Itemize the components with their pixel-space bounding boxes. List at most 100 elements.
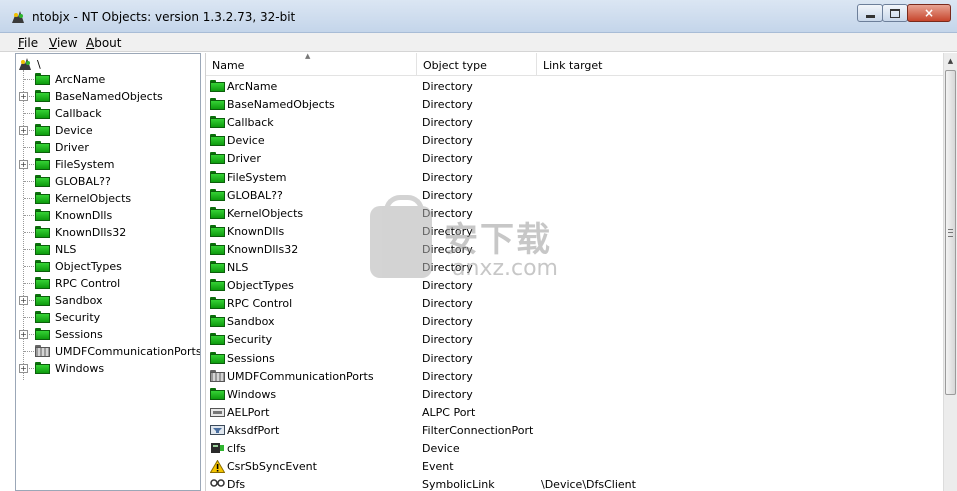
tree-item[interactable]: NLS [16,241,200,258]
row-object-type: Directory [422,297,473,311]
tree-item[interactable]: RPC Control [16,275,200,292]
window-controls: × [857,4,951,24]
list-row[interactable]: RPC Control Directory [206,294,944,312]
expand-plus-icon[interactable]: + [19,364,28,373]
sort-ascending-icon: ▲ [305,53,311,60]
tree-item[interactable]: KernelObjects [16,190,200,207]
expand-plus-icon[interactable]: + [19,296,28,305]
title-bar[interactable]: ntobjx - NT Objects: version 1.3.2.73, 3… [0,0,957,33]
folder-icon [210,152,225,165]
list-row[interactable]: UMDFCommunicationPorts Directory [206,367,944,385]
expand-plus-icon[interactable]: + [19,92,28,101]
close-button[interactable]: × [907,4,951,22]
list-row[interactable]: AELPort ALPC Port [206,403,944,421]
list-row[interactable]: ObjectTypes Directory [206,276,944,294]
menu-view[interactable]: View [49,36,77,50]
expand-plus-icon[interactable]: + [19,160,28,169]
tree-branch-line [24,198,34,199]
row-object-type: FilterConnectionPort [422,423,534,437]
list-row[interactable]: Driver Directory [206,149,944,167]
list-row[interactable]: Callback Directory [206,113,944,131]
tree-item[interactable]: Driver [16,139,200,156]
tree-item-label: KnownDlls [55,209,113,222]
tree-item[interactable]: KnownDlls [16,207,200,224]
tree-item[interactable]: Security [16,309,200,326]
maximize-button[interactable] [882,4,908,22]
tree-item-label: Device [55,124,93,137]
tree-root[interactable]: \ [18,56,41,72]
app-icon [12,11,24,23]
tree-item-label: ArcName [55,73,106,86]
row-object-type: Directory [422,333,473,347]
tree-item-label: GLOBAL?? [55,175,111,188]
list-row-icon-wrap [210,369,225,385]
list-row[interactable]: Dfs SymbolicLink \Device\DfsClient [206,475,944,491]
row-object-type: Directory [422,369,473,383]
object-tree[interactable]: \ ArcName + BaseNamedObjects Callback + Devic… [15,53,201,491]
row-object-type: Device [422,442,460,455]
tree-branch-line [24,351,34,352]
list-row[interactable]: AksdfPort FilterConnectionPort [206,421,944,439]
list-row[interactable]: clfs Device [206,439,944,457]
row-object-type: Directory [422,315,473,329]
row-object-type: Directory [422,170,473,184]
column-header-type[interactable]: Object type [417,53,537,75]
list-row-icon-wrap [210,387,225,403]
tree-branch-line [24,215,34,216]
tree-item[interactable]: UMDFCommunicationPorts [16,343,200,360]
tree-item-label: Sandbox [55,294,103,307]
tree-item-label: KnownDlls32 [55,226,127,239]
list-row[interactable]: Sessions Directory [206,349,944,367]
list-row[interactable]: KernelObjects Directory [206,204,944,222]
list-row[interactable]: KnownDlls32 Directory [206,240,944,258]
menu-about[interactable]: About [86,36,122,50]
list-row[interactable]: KnownDlls Directory [206,222,944,240]
list-row[interactable]: CsrSbSyncEvent Event [206,457,944,475]
list-row[interactable]: Device Directory [206,131,944,149]
list-row[interactable]: FileSystem Directory [206,168,944,186]
object-list[interactable]: ▲ Name Object type Link target ArcName Di… [205,53,957,491]
list-row[interactable]: Windows Directory [206,385,944,403]
vertical-scrollbar[interactable]: ▲ [943,53,957,491]
row-name: Dfs [227,478,246,491]
scroll-thumb[interactable] [945,70,956,395]
expand-plus-icon[interactable]: + [19,126,28,135]
list-row[interactable]: Security Directory [206,330,944,348]
list-row[interactable]: Sandbox Directory [206,312,944,330]
tree-item[interactable]: Callback [16,105,200,122]
tree-branch-line [24,266,34,267]
folder-icon [35,311,50,323]
list-row-icon-wrap [210,424,225,439]
list-row[interactable]: GLOBAL?? Directory [206,186,944,204]
list-row[interactable]: BaseNamedObjects Directory [206,95,944,113]
row-name: ObjectTypes [227,279,294,293]
tree-item-label: Sessions [55,328,103,341]
tree-item[interactable]: + Windows [16,360,200,377]
tree-item[interactable]: + BaseNamedObjects [16,88,200,105]
tree-item[interactable]: ObjectTypes [16,258,200,275]
tree-item[interactable]: ArcName [16,71,200,88]
menu-file[interactable]: File [18,36,38,50]
device-icon [210,443,225,457]
list-row-icon-wrap [210,351,225,367]
list-row[interactable]: NLS Directory [206,258,944,276]
folder-icon [35,175,50,187]
tree-item[interactable]: + FileSystem [16,156,200,173]
column-header-target[interactable]: Link target [537,53,944,75]
tree-item[interactable]: + Sandbox [16,292,200,309]
tree-item[interactable]: + Sessions [16,326,200,343]
tree-item-icon-wrap [35,328,50,343]
tree-item[interactable]: GLOBAL?? [16,173,200,190]
tree-item-label: BaseNamedObjects [55,90,163,103]
expand-plus-icon[interactable]: + [19,330,28,339]
list-row[interactable]: ArcName Directory [206,77,944,95]
row-name: GLOBAL?? [227,188,283,202]
tree-item[interactable]: + Device [16,122,200,139]
row-name: UMDFCommunicationPorts [227,369,374,383]
column-header-name[interactable]: ▲ Name [206,53,417,75]
minimize-button[interactable] [857,4,883,22]
row-object-type: Event [422,460,454,474]
filter-port-icon [210,424,225,439]
tree-item[interactable]: KnownDlls32 [16,224,200,241]
scroll-up-icon[interactable]: ▲ [944,53,957,69]
